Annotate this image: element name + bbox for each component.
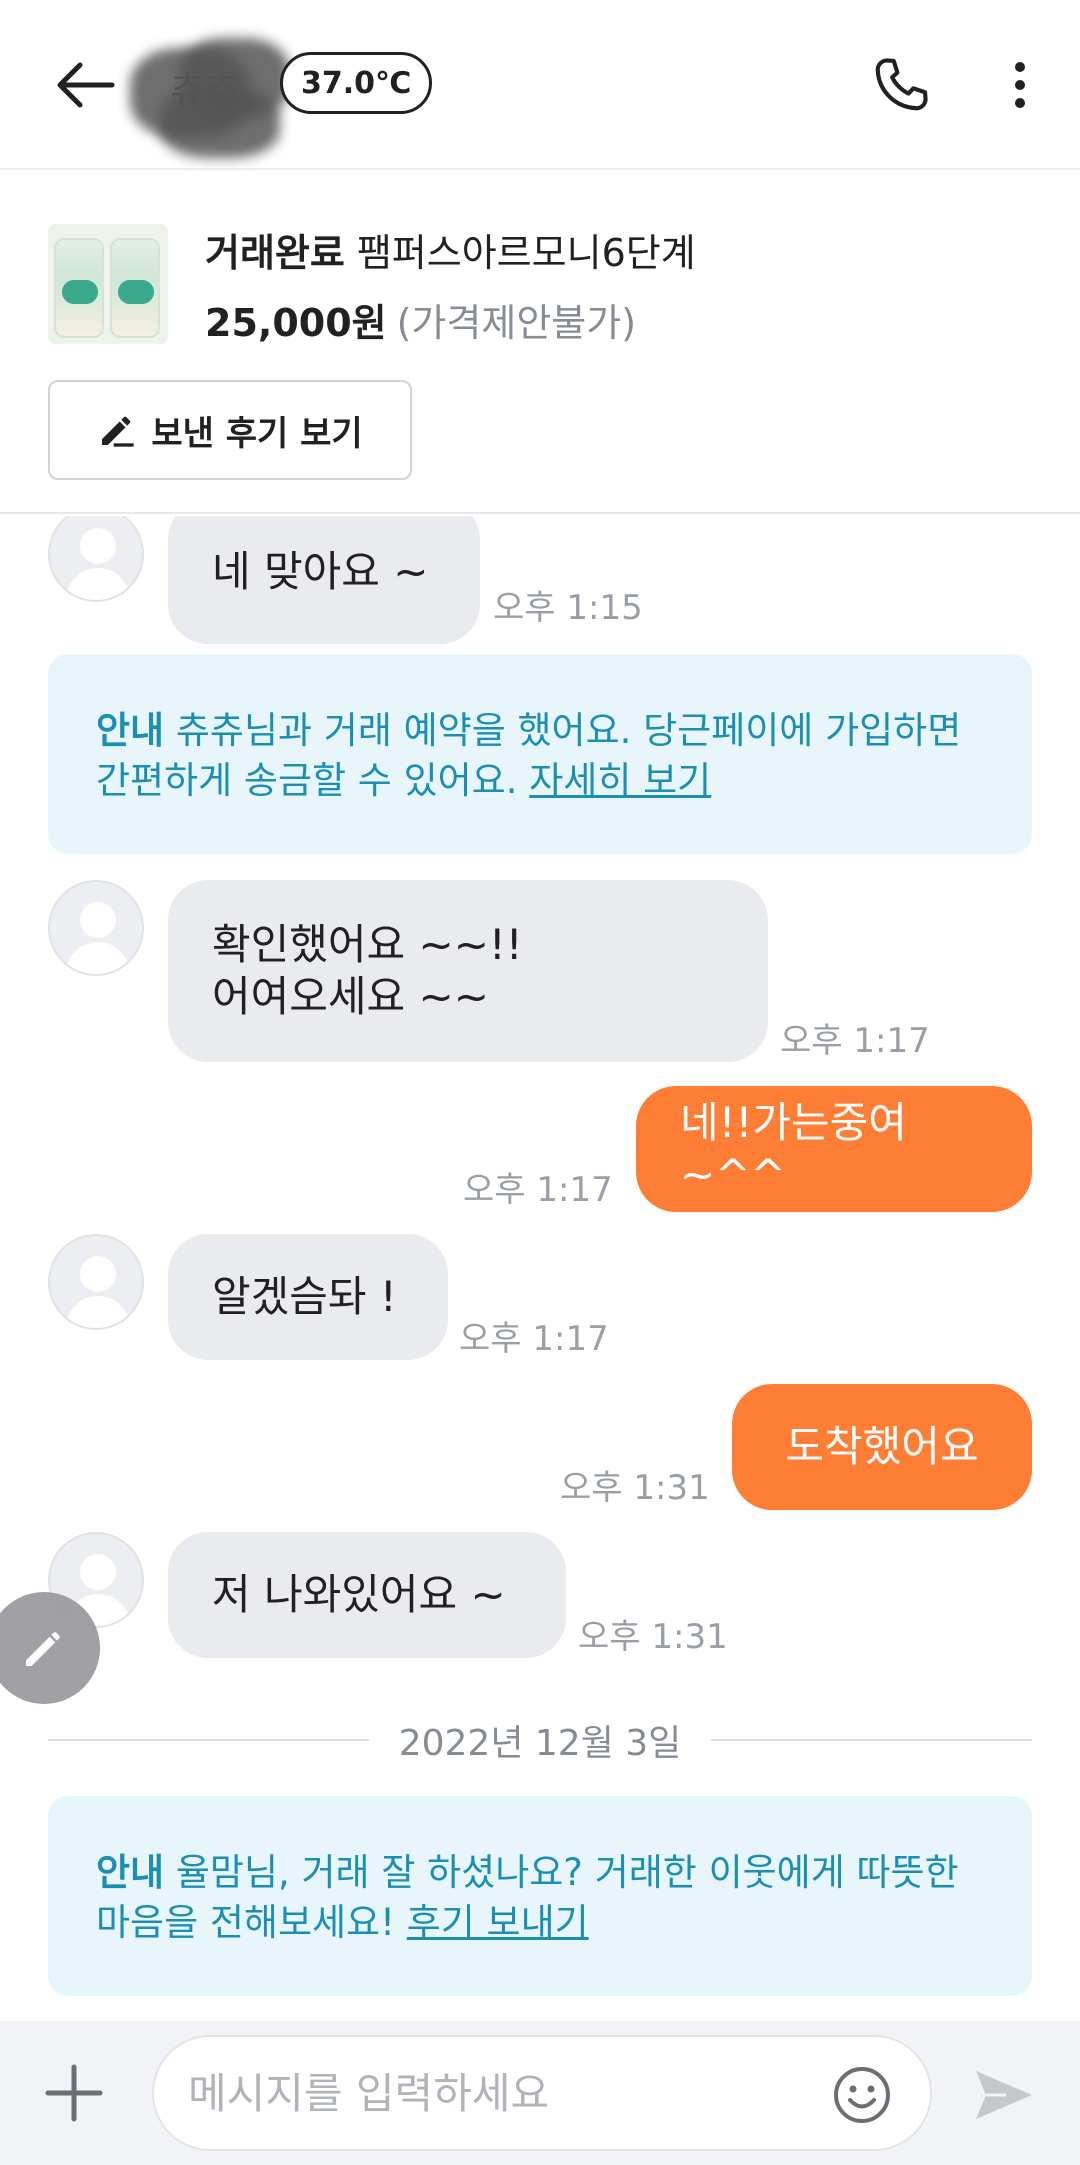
- outgoing-message-bubble[interactable]: 도착했어요: [732, 1384, 1032, 1510]
- attach-button[interactable]: [38, 2057, 110, 2129]
- view-sent-review-label: 보낸 후기 보기: [151, 413, 363, 454]
- message-time: 오후 1:17: [463, 1170, 613, 1210]
- send-button[interactable]: [966, 2057, 1042, 2133]
- notice-tag: 안내: [96, 709, 165, 752]
- call-button[interactable]: [866, 50, 936, 120]
- partner-avatar[interactable]: [48, 880, 144, 976]
- incoming-message-bubble[interactable]: 네 맞아요 ~: [168, 516, 480, 644]
- date-divider: 2022년 12월 3일: [48, 1710, 1033, 1770]
- product-price-line: 25,000원 (가격제안불가): [205, 292, 636, 347]
- outgoing-message-bubble[interactable]: 네!!가는중여~^^: [636, 1086, 1032, 1212]
- message-time: 오후 1:15: [493, 588, 643, 628]
- details-link[interactable]: 자세히 보기: [529, 759, 711, 802]
- partner-avatar[interactable]: [48, 516, 144, 602]
- trade-notice-box: 안내 츄츄님과 거래 예약을 했어요. 당근페이에 가입하면 간편하게 송금할 …: [48, 654, 1032, 854]
- more-vertical-icon: [1015, 62, 1025, 108]
- phone-icon: [875, 58, 928, 111]
- message-list[interactable]: 네 맞아요 ~ 오후 1:15 안내 츄츄님과 거래 예약을 했어요. 당근페이…: [0, 516, 1080, 2021]
- arrow-left-icon: [57, 62, 115, 108]
- notice-tag: 안내: [96, 1851, 165, 1894]
- partner-avatar[interactable]: [48, 1234, 144, 1330]
- incoming-message-bubble[interactable]: 확인했어요 ~~!! 어여오세요 ~~: [168, 880, 768, 1062]
- date-label: 2022년 12월 3일: [398, 1723, 682, 1764]
- trade-status: 거래완료: [205, 231, 345, 275]
- plus-icon: [45, 2064, 103, 2122]
- send-review-link[interactable]: 후기 보내기: [407, 1901, 589, 1944]
- pencil-icon: [102, 416, 134, 447]
- product-title: 팸퍼스아르모니6단계: [356, 231, 696, 275]
- smiley-icon: [834, 2067, 890, 2123]
- message-time: 오후 1:17: [780, 1021, 930, 1061]
- pencil-icon: [26, 1632, 60, 1666]
- view-sent-review-button[interactable]: 보낸 후기 보기: [48, 380, 412, 480]
- message-time: 오후 1:31: [560, 1468, 710, 1508]
- back-button[interactable]: [50, 50, 120, 120]
- product-price: 25,000원: [205, 301, 387, 345]
- manner-temperature-badge: 37.0℃: [280, 52, 433, 114]
- product-thumbnail[interactable]: [48, 224, 168, 344]
- review-notice-box: 안내 율맘님, 거래 잘 하셨나요? 거래한 이웃에게 따뜻한 마음을 전해보세…: [48, 1796, 1032, 1996]
- incoming-message-bubble[interactable]: 알겠슴돠 !: [168, 1234, 448, 1360]
- send-icon: [976, 2071, 1032, 2119]
- more-options-button[interactable]: [985, 50, 1055, 120]
- chat-header: 츄츄 37.0℃: [0, 0, 1080, 170]
- message-time: 오후 1:17: [459, 1319, 609, 1359]
- product-title-line: 거래완료 팸퍼스아르모니6단계: [205, 222, 696, 277]
- message-input-bar: [0, 2021, 1080, 2165]
- emoji-button[interactable]: [830, 2063, 894, 2127]
- incoming-message-bubble[interactable]: 저 나와있어요 ~: [168, 1532, 566, 1658]
- message-time: 오후 1:31: [578, 1617, 728, 1657]
- chat-screen: 츄츄 37.0℃ 거래완료팸퍼스아르모니6단계 25,000원(가격제안불가): [0, 0, 1080, 2165]
- message-input[interactable]: [188, 2037, 828, 2149]
- price-note: (가격제안불가): [396, 301, 637, 345]
- nickname-redaction: [120, 38, 300, 158]
- message-field[interactable]: [152, 2035, 932, 2151]
